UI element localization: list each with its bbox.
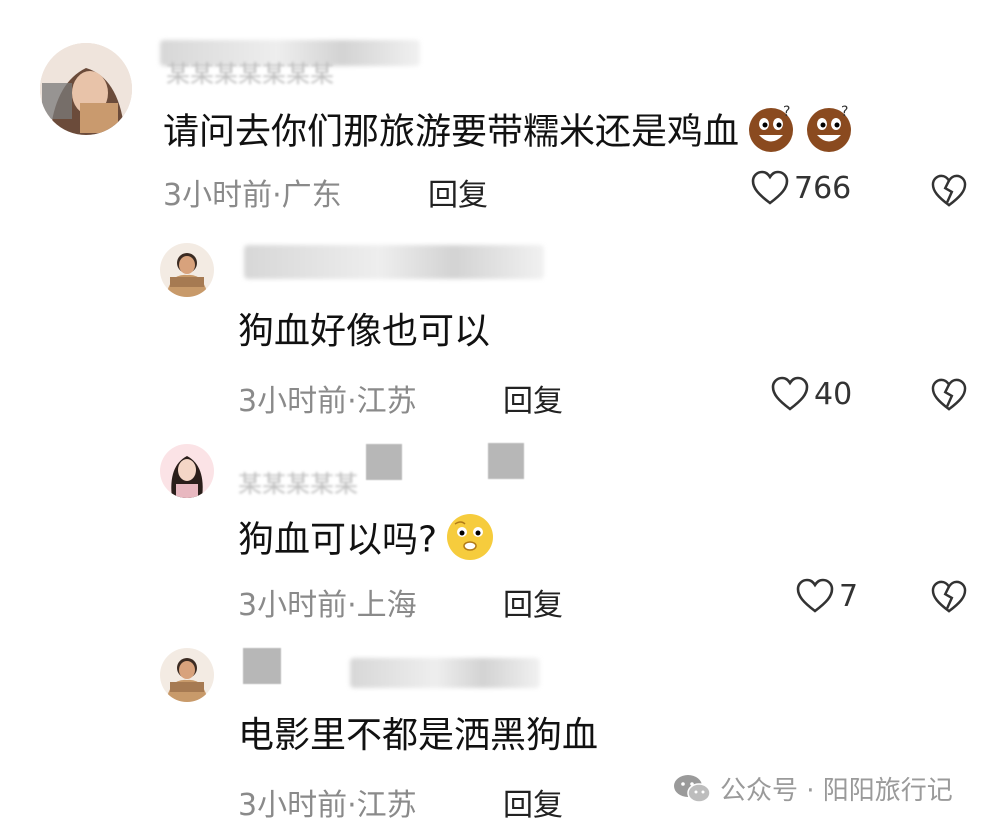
heart-outline-icon <box>751 170 789 205</box>
reply-button[interactable]: 回复 <box>503 376 563 420</box>
comment-text: 请问去你们那旅游要带糯米还是鸡血 ? ? <box>163 104 855 163</box>
like-count: 40 <box>814 376 853 412</box>
watermark-text: 公众号 · 阳阳旅行记 <box>720 776 953 806</box>
username-redaction <box>243 648 281 684</box>
watermark: 公众号 · 阳阳旅行记 <box>672 770 953 807</box>
grinning-emoji-icon: ? ? <box>745 104 855 163</box>
timestamp-location: 3小时前·江苏 <box>238 788 417 823</box>
like-button[interactable]: 766 <box>750 170 851 206</box>
reply-button[interactable]: 回复 <box>503 780 563 824</box>
avatar[interactable] <box>160 444 214 498</box>
comment-text: 狗血好像也可以 <box>238 311 491 352</box>
svg-text:?: ? <box>841 104 848 120</box>
heart-outline-icon <box>796 578 834 613</box>
dislike-button[interactable] <box>930 378 968 416</box>
username-redaction <box>366 444 402 480</box>
timestamp-location: 3小时前·江苏 <box>238 384 417 419</box>
username-blurred[interactable] <box>350 658 540 688</box>
dislike-button[interactable] <box>930 174 968 212</box>
avatar[interactable] <box>160 648 214 702</box>
broken-heart-icon <box>931 378 967 411</box>
broken-heart-icon <box>931 580 967 613</box>
nervous-emoji-icon <box>443 512 497 571</box>
username-redaction <box>488 443 524 479</box>
avatar[interactable] <box>40 43 132 135</box>
like-count: 7 <box>839 578 859 614</box>
avatar[interactable] <box>160 243 214 297</box>
reply-button[interactable]: 回复 <box>428 170 488 214</box>
username-blurred[interactable] <box>244 245 544 279</box>
timestamp-location: 3小时前·广东 <box>163 178 342 213</box>
reply-button[interactable]: 回复 <box>503 580 563 624</box>
username-ghost: 某某某某某 <box>238 470 358 498</box>
wechat-icon <box>674 774 711 803</box>
comment-text: 狗血可以吗? <box>238 512 497 571</box>
timestamp-location: 3小时前·上海 <box>238 588 417 623</box>
svg-text:?: ? <box>783 104 790 120</box>
username-ghost: 某某某某某某某 <box>166 60 334 88</box>
like-button[interactable]: 40 <box>770 376 852 412</box>
like-count: 766 <box>794 170 852 206</box>
dislike-button[interactable] <box>930 580 968 618</box>
comment-text: 电影里不都是洒黑狗血 <box>238 715 599 756</box>
broken-heart-icon <box>931 174 967 207</box>
heart-outline-icon <box>771 376 809 411</box>
like-button[interactable]: 7 <box>795 578 858 614</box>
